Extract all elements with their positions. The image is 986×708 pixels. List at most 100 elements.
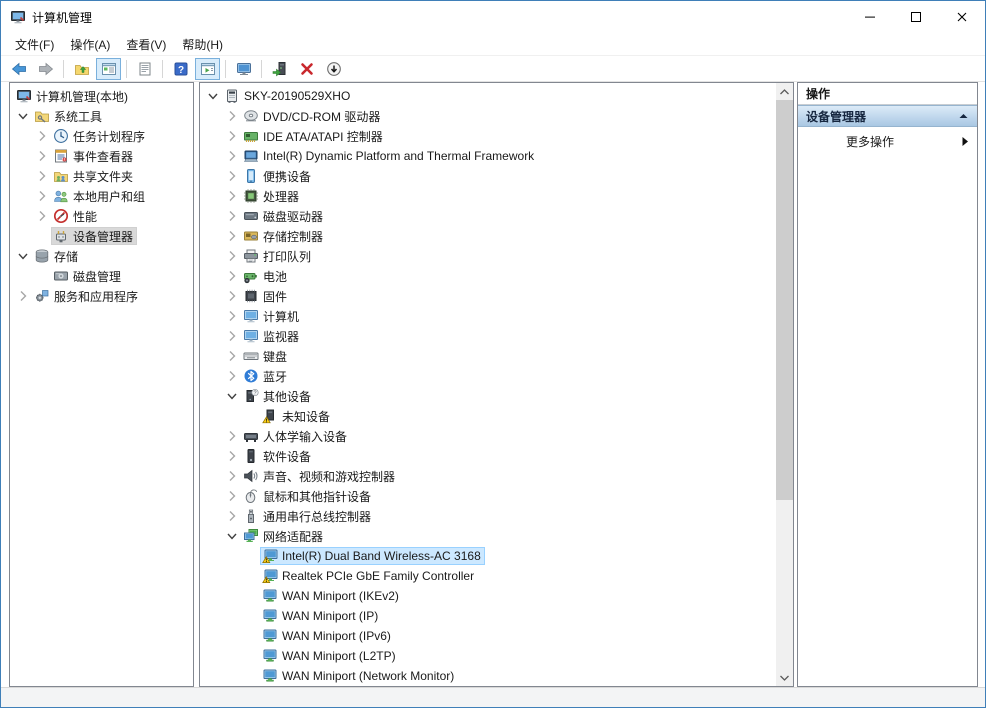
device-tree-item-27[interactable]: WAN Miniport (IPv6) — [200, 626, 776, 646]
tree-node[interactable]: 电池 — [241, 267, 291, 285]
device-tree-item-19[interactable]: 声音、视频和游戏控制器 — [200, 466, 776, 486]
device-tree-item-9[interactable]: 电池 — [200, 266, 776, 286]
tree-node[interactable]: DVD/CD-ROM 驱动器 — [241, 107, 384, 125]
chevron-right-icon[interactable] — [223, 287, 241, 305]
chevron-down-icon[interactable] — [223, 387, 241, 405]
tree-node[interactable]: 性能 — [51, 207, 101, 225]
chevron-right-icon[interactable] — [223, 147, 241, 165]
uninstall-button[interactable] — [294, 58, 319, 80]
chevron-right-icon[interactable] — [14, 287, 32, 305]
tree-node[interactable]: 本地用户和组 — [51, 187, 149, 205]
tree-node[interactable]: 蓝牙 — [241, 367, 291, 385]
tree-node[interactable]: 计算机管理(本地) — [14, 87, 132, 105]
tree-node[interactable]: ?其他设备 — [241, 387, 315, 405]
device-tree-item-1[interactable]: DVD/CD-ROM 驱动器 — [200, 106, 776, 126]
tree-node[interactable]: 固件 — [241, 287, 291, 305]
maximize-button[interactable] — [893, 1, 939, 33]
minimize-button[interactable] — [847, 1, 893, 33]
tree-node[interactable]: 计算机 — [241, 307, 303, 325]
tree-node[interactable]: 人体学输入设备 — [241, 427, 351, 445]
chevron-right-icon[interactable] — [33, 207, 51, 225]
device-tree-item-23[interactable]: Intel(R) Dual Band Wireless-AC 3168 — [200, 546, 776, 566]
collapse-icon[interactable] — [958, 111, 969, 121]
menu-help[interactable]: 帮助(H) — [174, 33, 231, 56]
tree-node[interactable]: 便携设备 — [241, 167, 315, 185]
device-tree-item-12[interactable]: 监视器 — [200, 326, 776, 346]
device-tree-item-2[interactable]: IDE ATA/ATAPI 控制器 — [200, 126, 776, 146]
tree-node[interactable]: WAN Miniport (L2TP) — [260, 647, 400, 665]
up-level-button[interactable] — [69, 58, 94, 80]
device-tree-item-20[interactable]: 鼠标和其他指针设备 — [200, 486, 776, 506]
device-tree-item-4[interactable]: 便携设备 — [200, 166, 776, 186]
device-tree-item-11[interactable]: 计算机 — [200, 306, 776, 326]
chevron-right-icon[interactable] — [223, 207, 241, 225]
chevron-right-icon[interactable] — [223, 187, 241, 205]
device-tree-item-28[interactable]: WAN Miniport (L2TP) — [200, 646, 776, 666]
more-actions-item[interactable]: 更多操作 — [798, 127, 977, 155]
tree-node[interactable]: Realtek PCIe GbE Family Controller — [260, 567, 478, 585]
chevron-right-icon[interactable] — [223, 247, 241, 265]
console-window-button[interactable] — [231, 58, 256, 80]
tree-node[interactable]: 网络适配器 — [241, 527, 327, 545]
tree-node[interactable]: 鼠标和其他指针设备 — [241, 487, 375, 505]
tree-node[interactable]: 共享文件夹 — [51, 167, 137, 185]
tree-node[interactable]: 键盘 — [241, 347, 291, 365]
chevron-right-icon[interactable] — [223, 127, 241, 145]
device-tree-item-13[interactable]: 键盘 — [200, 346, 776, 366]
chevron-right-icon[interactable] — [223, 327, 241, 345]
device-tree-item-0[interactable]: SKY-20190529XHO — [200, 86, 776, 106]
tree-node[interactable]: WAN Miniport (IPv6) — [260, 627, 395, 645]
console-tree-item-0[interactable]: 计算机管理(本地) — [10, 86, 193, 106]
tree-node[interactable]: 处理器 — [241, 187, 303, 205]
forward-button[interactable] — [33, 58, 58, 80]
disable-button[interactable] — [321, 58, 346, 80]
console-tree-item-1[interactable]: 系统工具 — [10, 106, 193, 126]
console-tree-item-4[interactable]: 共享文件夹 — [10, 166, 193, 186]
device-tree-item-10[interactable]: 固件 — [200, 286, 776, 306]
tree-node[interactable]: 监视器 — [241, 327, 303, 345]
console-tree-item-9[interactable]: 磁盘管理 — [10, 266, 193, 286]
device-tree-item-16[interactable]: 未知设备 — [200, 406, 776, 426]
console-tree-toggle[interactable] — [96, 58, 121, 80]
device-tree-item-26[interactable]: WAN Miniport (IP) — [200, 606, 776, 626]
device-tree-item-7[interactable]: 存储控制器 — [200, 226, 776, 246]
device-tree-item-14[interactable]: 蓝牙 — [200, 366, 776, 386]
tree-node[interactable]: WAN Miniport (IKEv2) — [260, 587, 403, 605]
tree-node[interactable]: 事件查看器 — [51, 147, 137, 165]
device-tree-item-3[interactable]: Intel(R) Dynamic Platform and Thermal Fr… — [200, 146, 776, 166]
tree-node[interactable]: 存储 — [32, 247, 82, 265]
device-tree-item-25[interactable]: WAN Miniport (IKEv2) — [200, 586, 776, 606]
close-button[interactable] — [939, 1, 985, 33]
chevron-right-icon[interactable] — [33, 187, 51, 205]
console-tree-item-3[interactable]: 事件查看器 — [10, 146, 193, 166]
tree-node[interactable]: 声音、视频和游戏控制器 — [241, 467, 399, 485]
back-button[interactable] — [6, 58, 31, 80]
device-tree-item-8[interactable]: 打印队列 — [200, 246, 776, 266]
device-tree-item-22[interactable]: 网络适配器 — [200, 526, 776, 546]
chevron-right-icon[interactable] — [223, 267, 241, 285]
device-tree-item-15[interactable]: ?其他设备 — [200, 386, 776, 406]
tree-node[interactable]: 任务计划程序 — [51, 127, 149, 145]
console-tree-item-10[interactable]: 服务和应用程序 — [10, 286, 193, 306]
scrollbar-thumb[interactable] — [776, 100, 793, 500]
tree-node[interactable]: 系统工具 — [32, 107, 106, 125]
chevron-down-icon[interactable] — [14, 107, 32, 125]
chevron-right-icon[interactable] — [33, 127, 51, 145]
menu-action[interactable]: 操作(A) — [62, 33, 118, 56]
vertical-scrollbar[interactable] — [776, 83, 793, 686]
console-tree-item-8[interactable]: 存储 — [10, 246, 193, 266]
device-tree-item-18[interactable]: 软件设备 — [200, 446, 776, 466]
tree-node[interactable]: Intel(R) Dual Band Wireless-AC 3168 — [260, 547, 485, 565]
chevron-right-icon[interactable] — [223, 347, 241, 365]
tree-node[interactable]: 存储控制器 — [241, 227, 327, 245]
console-tree-item-5[interactable]: 本地用户和组 — [10, 186, 193, 206]
chevron-right-icon[interactable] — [223, 307, 241, 325]
help-button[interactable]: ? — [168, 58, 193, 80]
tree-node[interactable]: 通用串行总线控制器 — [241, 507, 375, 525]
chevron-right-icon[interactable] — [223, 487, 241, 505]
tree-node[interactable]: 设备管理器 — [51, 227, 137, 245]
scan-hardware-button[interactable] — [267, 58, 292, 80]
device-tree-item-5[interactable]: 处理器 — [200, 186, 776, 206]
menu-file[interactable]: 文件(F) — [7, 33, 62, 56]
tree-node[interactable]: 软件设备 — [241, 447, 315, 465]
